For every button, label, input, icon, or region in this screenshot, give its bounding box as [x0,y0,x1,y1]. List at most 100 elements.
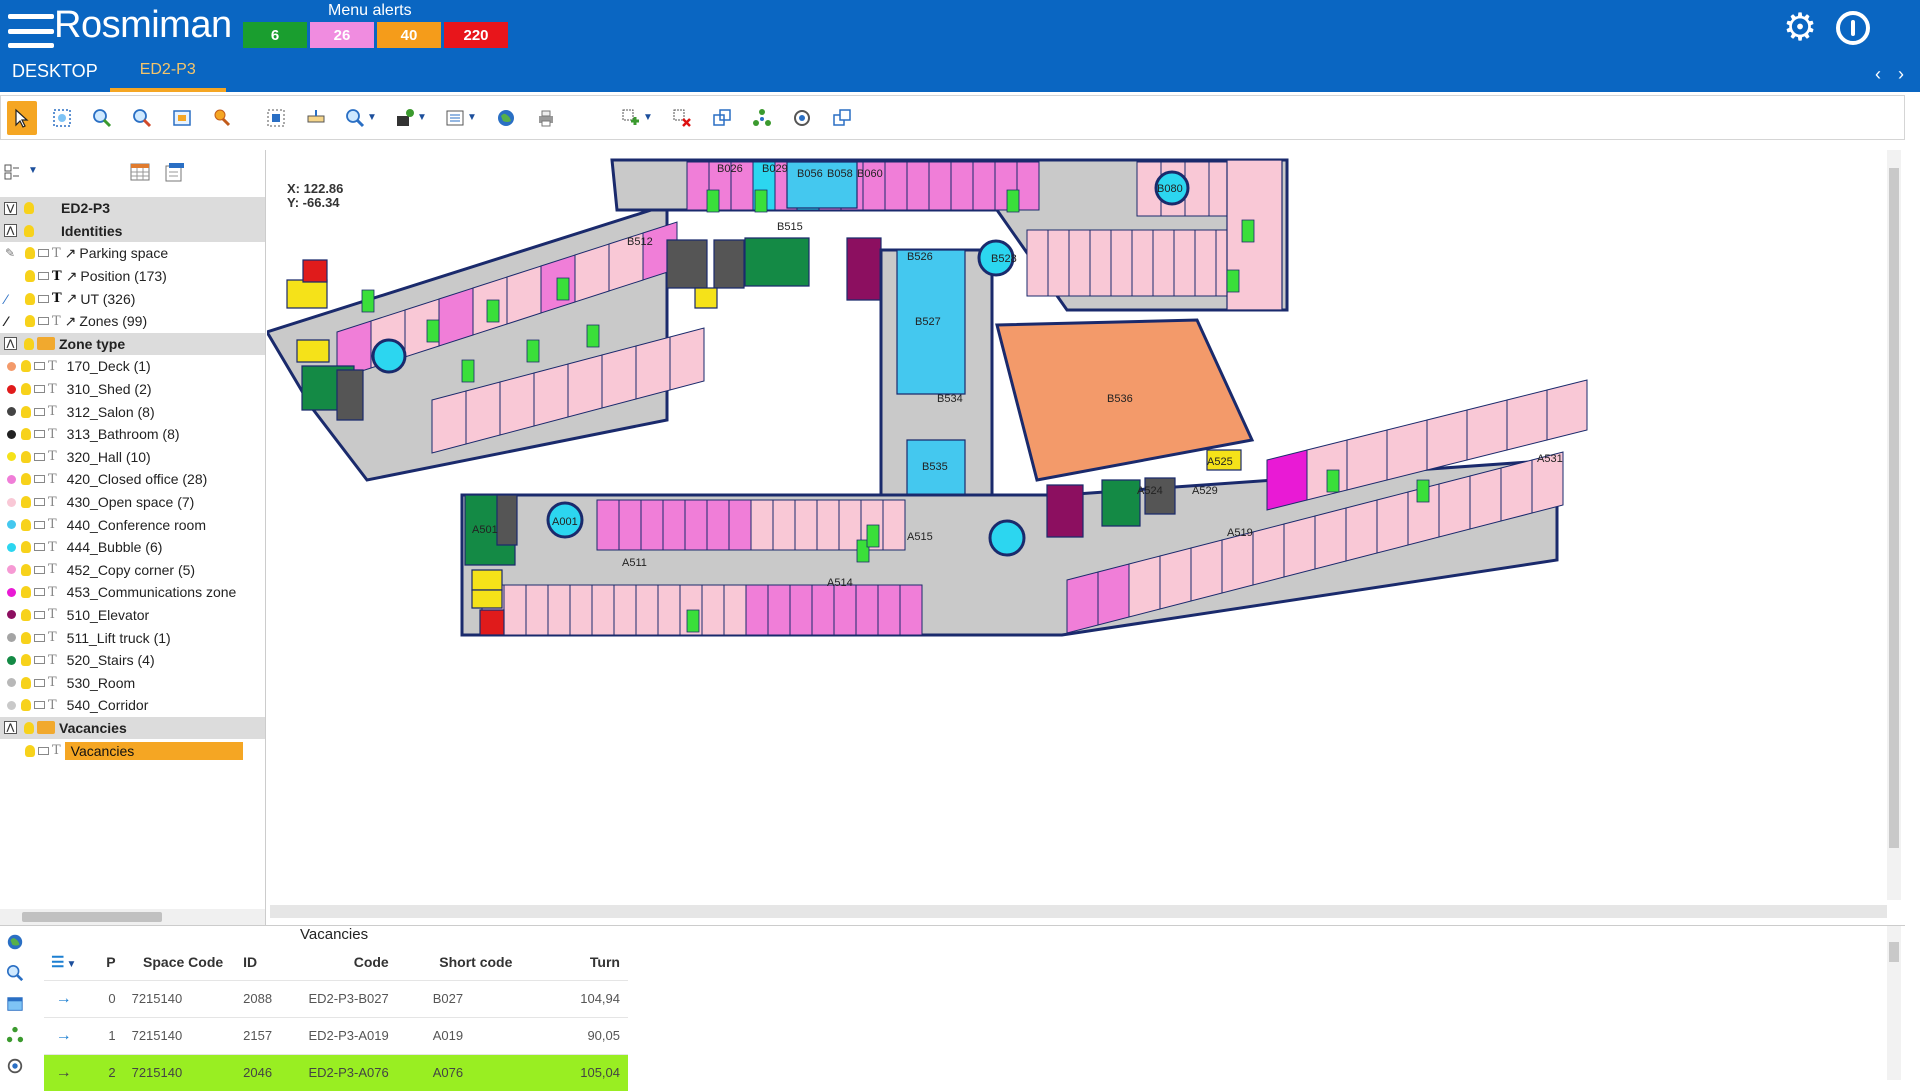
room[interactable] [906,161,930,211]
tree-horizontal-scrollbar[interactable] [0,909,265,925]
tree-item-parking-space[interactable]: ✎ T ↗ Parking space [0,242,265,265]
zoom-in-button[interactable] [87,101,117,135]
tree-item-zones[interactable]: ⁄ T ↗ Zones (99) [0,310,265,333]
visibility-bulb-icon[interactable] [24,337,34,350]
room[interactable] [499,372,535,436]
room[interactable] [877,584,901,636]
room[interactable] [1252,523,1285,586]
map-vertical-scrollbar[interactable] [1887,150,1901,900]
room[interactable] [1506,389,1548,451]
visibility-bulb-icon[interactable] [24,224,34,237]
room[interactable] [833,584,857,636]
visibility-bulb-icon[interactable] [21,383,31,396]
search-icon[interactable] [6,964,24,982]
text-toggle-icon[interactable]: T [48,495,57,510]
visibility-bulb-icon[interactable] [21,473,31,486]
zoom-extent-button[interactable] [167,101,197,135]
room-a505[interactable] [471,589,503,609]
visibility-bulb-icon[interactable] [21,608,31,621]
visibility-bulb-icon[interactable] [21,360,31,373]
col-header-code[interactable]: Code [284,944,397,980]
desk-marker[interactable] [1416,479,1430,503]
alert-green[interactable]: 6 [243,22,307,48]
go-to-arrow-icon[interactable]: → [44,979,92,1017]
label-toggle-icon[interactable] [38,249,49,258]
room[interactable] [706,499,730,551]
label-toggle-icon[interactable] [34,588,45,597]
label-toggle-icon[interactable] [34,362,45,371]
room[interactable] [635,584,659,636]
room[interactable] [1131,229,1154,297]
export-view-icon[interactable] [165,162,185,182]
room[interactable] [503,584,527,636]
room[interactable] [1283,515,1316,578]
room[interactable] [431,390,467,454]
text-toggle-icon[interactable]: T [52,314,61,329]
room[interactable] [1016,161,1040,211]
room[interactable] [684,499,708,551]
visibility-bulb-icon[interactable] [21,541,31,554]
visibility-bulb-icon[interactable] [21,496,31,509]
label-toggle-icon[interactable] [34,678,45,687]
room[interactable] [701,584,725,636]
visibility-bulb-icon[interactable] [21,405,31,418]
window-icon[interactable] [6,995,24,1013]
label-toggle-icon[interactable] [34,520,45,529]
power-icon[interactable] [1836,11,1870,45]
alert-orange[interactable]: 40 [377,22,441,48]
room[interactable] [1546,379,1588,441]
room[interactable] [1221,531,1254,594]
desk-marker[interactable] [706,189,720,213]
text-toggle-icon[interactable]: T [48,675,57,690]
label-toggle-icon[interactable] [38,317,49,326]
room[interactable] [657,584,681,636]
room[interactable] [811,584,835,636]
desk-marker[interactable] [586,324,600,348]
column-options-button[interactable]: ☰ ▼ [44,944,91,980]
visibility-bulb-icon[interactable] [21,676,31,689]
collapse-icon[interactable]: ⋀ [4,337,17,351]
col-header-space-code[interactable]: Space Code [124,944,232,980]
room[interactable] [669,327,705,391]
text-toggle-icon[interactable]: T [48,585,57,600]
text-toggle-icon[interactable]: T [48,653,57,668]
room[interactable] [1089,229,1112,297]
text-toggle-icon[interactable]: T [48,427,57,442]
desk-marker[interactable] [754,189,768,213]
text-toggle-icon[interactable]: T [48,562,57,577]
desk-marker[interactable] [1326,469,1340,493]
tree-item-zonetype[interactable]: T 440_Conference room [0,513,265,536]
room[interactable] [855,584,879,636]
label-toggle-icon[interactable] [34,543,45,552]
tree-item-zonetype[interactable]: T 313_Bathroom (8) [0,423,265,446]
room[interactable] [1026,229,1049,297]
text-toggle-icon[interactable]: T [48,540,57,555]
measure-button[interactable] [301,101,331,135]
col-header-short-code[interactable]: Short code [397,944,521,980]
room[interactable] [1345,499,1378,562]
link-button[interactable] [787,101,817,135]
room[interactable] [1190,539,1223,602]
col-header-p[interactable]: P [91,944,123,980]
text-toggle-icon[interactable]: T [48,607,57,622]
label-toggle-icon[interactable] [34,407,45,416]
room[interactable] [1194,229,1217,297]
room[interactable] [569,584,593,636]
visibility-bulb-icon[interactable] [21,699,31,712]
select-area-button[interactable] [261,101,291,135]
tree-item-zonetype[interactable]: T 510_Elevator [0,604,265,627]
room[interactable] [618,499,642,551]
collapse-icon[interactable]: ⋁ [4,201,17,215]
room[interactable] [635,336,671,400]
label-toggle-icon[interactable] [34,656,45,665]
room[interactable] [1466,399,1508,461]
room[interactable] [1500,459,1533,522]
label-toggle-icon[interactable] [34,633,45,642]
collapse-icon[interactable]: ⋀ [4,224,17,238]
tree-item-zonetype[interactable]: T 170_Deck (1) [0,355,265,378]
menu-icon[interactable] [8,14,54,48]
visibility-bulb-icon[interactable] [25,270,35,283]
room[interactable] [1068,229,1091,297]
tree-item-zonetype[interactable]: T 453_Communications zone [0,581,265,604]
visibility-bulb-icon[interactable] [24,721,34,734]
